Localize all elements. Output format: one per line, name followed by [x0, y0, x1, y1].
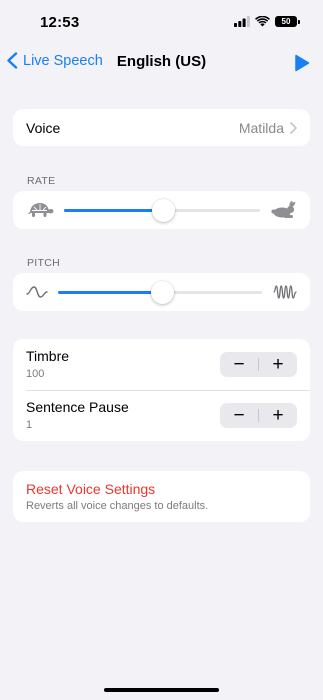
sentence-pause-row: Sentence Pause 1 − + [13, 390, 310, 441]
reset-title: Reset Voice Settings [26, 481, 156, 497]
pitch-card [13, 273, 310, 311]
timbre-stepper: − + [220, 352, 297, 377]
sentence-pause-label: Sentence Pause [26, 399, 129, 415]
status-icons: 50 [234, 16, 300, 27]
voice-label: Voice [26, 119, 61, 136]
sentence-pause-increment-button[interactable]: + [259, 403, 297, 428]
low-wave-icon [26, 286, 48, 298]
rate-card [13, 191, 310, 229]
play-icon[interactable] [294, 54, 310, 72]
battery-icon: 50 [275, 16, 300, 27]
reset-subtitle: Reverts all voice changes to defaults. [26, 500, 209, 512]
rabbit-icon [271, 201, 296, 218]
pitch-slider-row [13, 273, 310, 311]
sentence-pause-value: 1 [26, 419, 33, 431]
rate-slider[interactable] [64, 199, 260, 222]
chevron-right-icon [290, 121, 297, 134]
timbre-decrement-button[interactable]: − [220, 352, 258, 377]
back-button-label: Live Speech [23, 52, 103, 69]
rate-slider-thumb[interactable] [152, 199, 176, 222]
reset-voice-settings-button[interactable]: Reset Voice Settings Reverts all voice c… [13, 471, 310, 522]
rate-slider-row [13, 191, 310, 229]
high-wave-icon [273, 285, 297, 299]
battery-level: 50 [281, 17, 291, 26]
status-bar: 12:53 50 [0, 0, 323, 46]
voice-value: Matilda [238, 119, 284, 136]
pitch-slider[interactable] [58, 281, 262, 304]
wifi-icon [255, 16, 270, 27]
chevron-left-icon [7, 52, 18, 69]
timbre-row: Timbre 100 − + [13, 339, 310, 390]
rate-slider-fill [64, 209, 164, 212]
sentence-pause-stepper: − + [220, 403, 297, 428]
back-button[interactable]: Live Speech [6, 52, 103, 69]
timbre-label: Timbre [26, 348, 70, 364]
nav-bar: Live Speech English (US) [0, 46, 323, 80]
stepper-card: Timbre 100 − + Sentence Pause 1 − + [13, 339, 310, 441]
pitch-section-header: PITCH [27, 257, 60, 269]
voice-card: Voice Matilda [13, 109, 310, 146]
status-time: 12:53 [40, 14, 80, 31]
pitch-slider-fill [58, 291, 163, 294]
cellular-signal-icon [234, 16, 250, 27]
home-indicator[interactable] [104, 688, 219, 692]
timbre-increment-button[interactable]: + [259, 352, 297, 377]
timbre-value: 100 [26, 368, 45, 380]
turtle-icon [27, 203, 54, 217]
rate-section-header: RATE [27, 175, 56, 187]
voice-row[interactable]: Voice Matilda [13, 109, 310, 146]
pitch-slider-thumb[interactable] [150, 281, 174, 304]
sentence-pause-decrement-button[interactable]: − [220, 403, 258, 428]
